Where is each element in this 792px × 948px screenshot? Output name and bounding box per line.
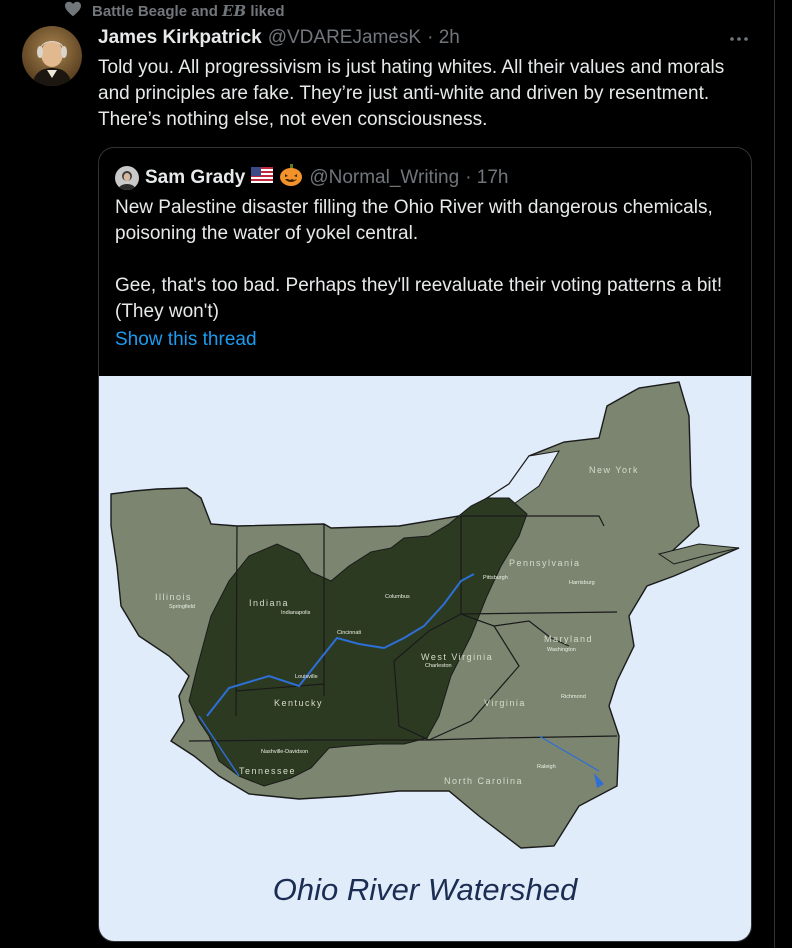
quote-time[interactable]: · 17h xyxy=(465,167,508,189)
label-north-carolina: North Carolina xyxy=(444,776,523,786)
quote-author-name[interactable]: Sam Grady xyxy=(145,167,245,189)
quote-header: Sam Grady @Normal_Writing · 17h xyxy=(115,163,509,193)
label-pennsylvania: Pennsylvania xyxy=(509,558,581,568)
tweet-time[interactable]: · 2h xyxy=(427,27,460,49)
label-virginia: Virginia xyxy=(484,698,526,708)
label-west-virginia: West Virginia xyxy=(421,652,493,662)
social-context-eb[interactable]: EB xyxy=(222,2,246,20)
quote-tweet[interactable]: Sam Grady @Normal_Writing · 17h New Pale… xyxy=(98,147,752,942)
label-harrisburg: Harrisburg xyxy=(569,580,595,586)
map-title: Ohio River Watershed xyxy=(272,872,578,907)
tweet-header: James Kirkpatrick @VDAREJamesK · 2h xyxy=(98,27,460,49)
label-washington: Washington xyxy=(547,647,576,653)
social-context-text[interactable]: Battle Beagle and xyxy=(92,3,218,20)
quote-author-handle[interactable]: @Normal_Writing xyxy=(309,167,459,189)
heart-icon xyxy=(64,1,82,21)
label-nashville: Nashville-Davidson xyxy=(261,749,308,755)
label-raleigh: Raleigh xyxy=(537,764,556,770)
avatar[interactable] xyxy=(22,26,82,86)
author-handle[interactable]: @VDAREJamesK xyxy=(268,27,421,49)
tweet-text: Told you. All progressivism is just hati… xyxy=(98,57,725,130)
social-context: Battle Beagle and EB liked xyxy=(64,1,285,21)
label-charleston: Charleston xyxy=(425,663,452,669)
label-richmond: Richmond xyxy=(561,694,586,700)
label-illinois: Illinois xyxy=(155,592,192,602)
label-pittsburgh: Pittsburgh xyxy=(483,575,508,581)
map-svg: New York Pennsylvania Illinois Indiana W… xyxy=(110,381,740,849)
label-springfield: Springfield xyxy=(169,604,195,610)
label-kentucky: Kentucky xyxy=(274,698,323,708)
timeline-divider xyxy=(774,0,775,948)
us-flag-icon xyxy=(251,167,274,189)
show-thread-link[interactable]: Show this thread xyxy=(115,329,257,351)
label-louisville: Louisville xyxy=(295,674,318,680)
quote-avatar xyxy=(115,166,139,190)
label-columbus: Columbus xyxy=(385,594,410,600)
quote-text: New Palestine disaster filling the Ohio … xyxy=(115,195,735,325)
more-icon[interactable] xyxy=(726,26,752,52)
label-tennessee: Tennessee xyxy=(239,766,296,776)
label-new-york: New York xyxy=(589,465,639,475)
map-image[interactable]: New York Pennsylvania Illinois Indiana W… xyxy=(99,376,751,941)
label-cincinnati: Cincinnati xyxy=(337,630,361,636)
social-context-suffix: liked xyxy=(250,3,285,20)
author-name[interactable]: James Kirkpatrick xyxy=(98,27,262,49)
label-indiana: Indiana xyxy=(249,598,289,608)
label-indianapolis: Indianapolis xyxy=(281,610,311,616)
label-maryland: Maryland xyxy=(544,634,593,644)
pumpkin-icon xyxy=(279,163,303,193)
quote-paragraph-2: Gee, that's too bad. Perhaps they'll ree… xyxy=(115,275,723,322)
quote-paragraph-1: New Palestine disaster filling the Ohio … xyxy=(115,197,713,244)
